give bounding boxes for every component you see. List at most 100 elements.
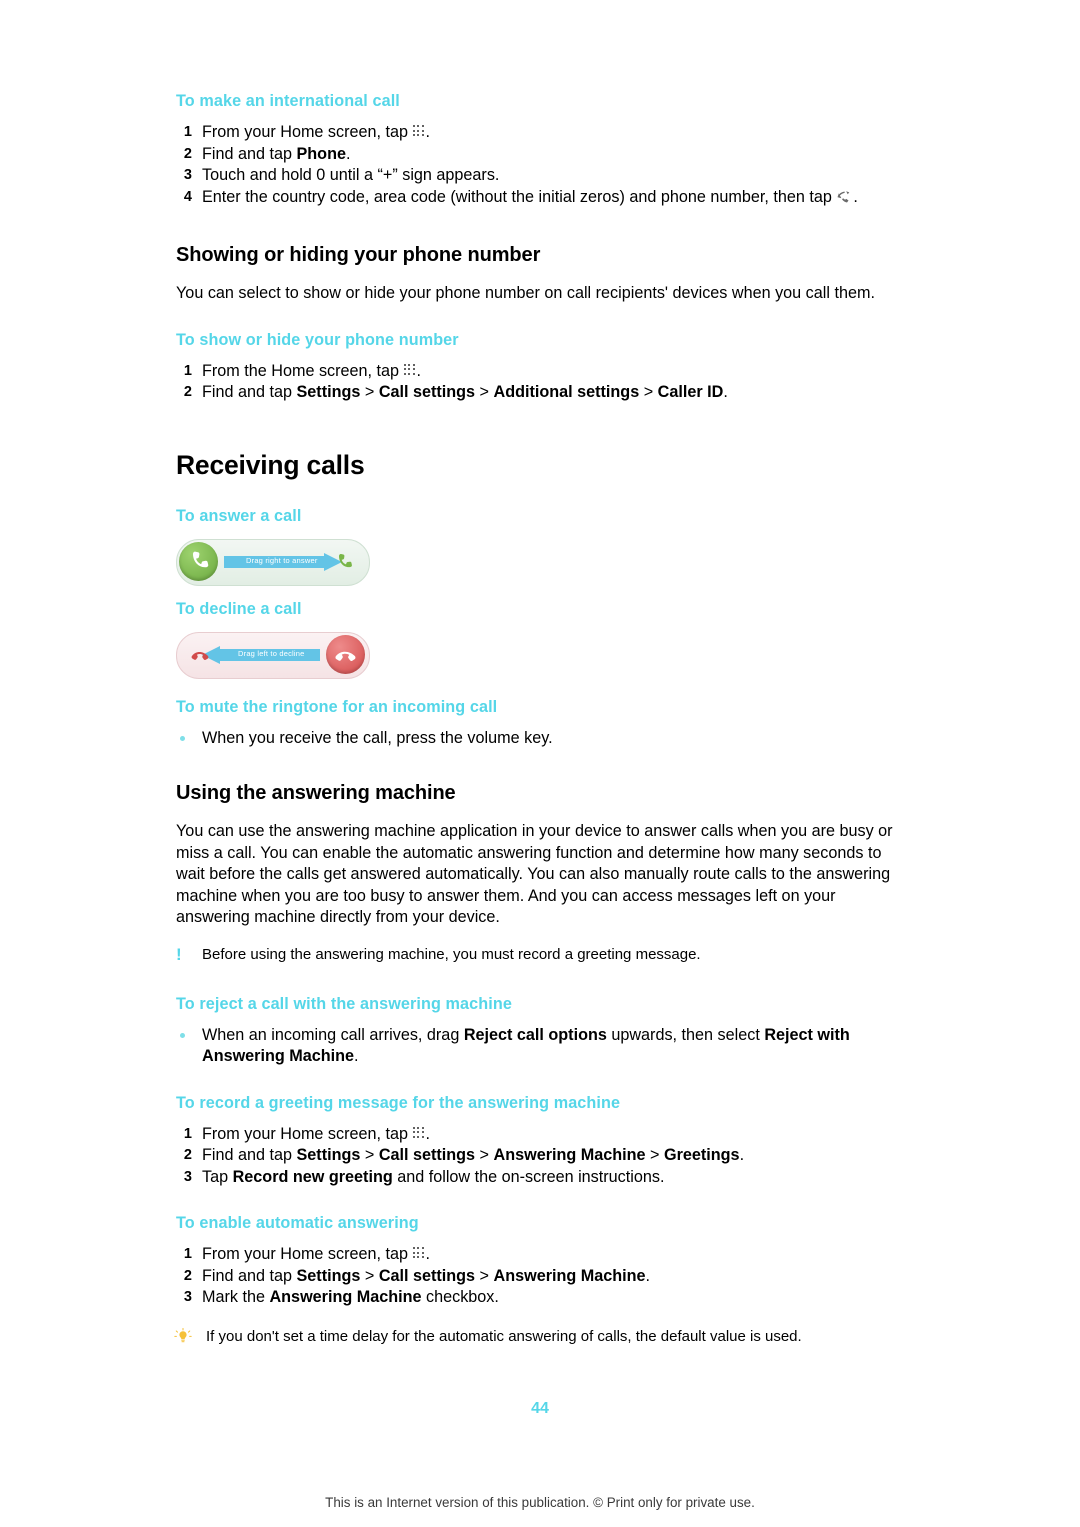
list-item: 3 Mark the Answering Machine checkbox. (176, 1287, 906, 1309)
step-text-post: . (739, 1146, 745, 1164)
step-number: 2 (183, 1147, 192, 1163)
step-number: 1 (183, 362, 192, 379)
step-text: Find and tap (202, 1146, 297, 1164)
list-item: 3 Tap Record new greeting and follow the … (176, 1167, 906, 1189)
answer-knob (179, 541, 218, 581)
step-text: Touch and hold 0 until a “+” sign appear… (202, 166, 500, 184)
heading-show-hide-number: To show or hide your phone number (176, 330, 459, 349)
step-sep-2: > (475, 1266, 494, 1285)
step-number: 1 (183, 124, 192, 140)
step-text-post: and follow the on-screen instructions. (392, 1167, 665, 1186)
list-item: 2 Find and tap Phone. (176, 144, 906, 166)
steps-enable-auto-answering: 1 From your Home screen, tap . 2 Find and … (176, 1244, 906, 1309)
step-number: 3 (183, 1289, 192, 1305)
step-sep-3: > (645, 1146, 664, 1164)
steps-record-greeting: 1 From your Home screen, tap . 2 Find and … (176, 1124, 906, 1189)
call-icon (836, 189, 853, 204)
step-text: Mark the (202, 1288, 270, 1306)
step-sep: > (360, 383, 379, 401)
list-item: 1 From your Home screen, tap . (176, 1124, 906, 1146)
step-sep-2: > (475, 1146, 494, 1164)
step-bold-3: Additional settings (493, 383, 640, 401)
step-bold: Answering Machine (269, 1288, 422, 1306)
step-number: 2 (183, 1267, 192, 1284)
step-number: 2 (183, 145, 192, 162)
step-number: 3 (183, 1168, 192, 1185)
grid-icon (412, 125, 426, 138)
bullet-mid: upwards, then select (606, 1025, 765, 1044)
step-text-post: . (345, 144, 351, 163)
step-bold: Settings (296, 1266, 361, 1285)
heading-international-call: To make an international call (176, 92, 400, 110)
bullet-dot (180, 735, 185, 741)
step-number: 3 (183, 167, 192, 183)
step-text: Find and tap (202, 144, 297, 163)
exclamation-icon: ! (176, 944, 182, 964)
grid-icon (403, 363, 417, 377)
steps-show-hide-number: 1 From the Home screen, tap . 2 Find and t… (176, 361, 906, 404)
answer-slider-label: Drag right to answer (246, 555, 318, 565)
step-text: Find and tap (202, 383, 297, 401)
list-item: 4 Enter the country code, area code (with… (176, 187, 906, 209)
page-content: To make an international call 1 From your… (174, 92, 906, 1347)
step-text: From your Home screen, tap (202, 1124, 413, 1143)
body-showing-hiding: You can select to show or hide your phon… (176, 284, 875, 302)
bullet-dot (180, 1032, 185, 1038)
bullets-mute-ringtone: When you receive the call, press the vol… (176, 728, 906, 750)
bullet-post: . (354, 1047, 359, 1065)
answer-call-slider-graphic: Drag right to answer (176, 538, 906, 586)
step-text-post: . (645, 1266, 651, 1285)
list-item: When an incoming call arrives, drag Reje… (176, 1025, 906, 1068)
heading-answer-call: To answer a call (176, 506, 302, 525)
step-text-post: . (425, 123, 431, 141)
note-text: If you don't set a time delay for the au… (206, 1327, 802, 1345)
list-item: 1 From your Home screen, tap . (176, 122, 906, 144)
step-bold: Settings (296, 1146, 361, 1164)
step-number: 4 (183, 188, 192, 205)
step-text: From your Home screen, tap (202, 1245, 413, 1263)
step-bold: Settings (296, 383, 361, 401)
decline-end-icon (188, 643, 212, 667)
bullets-reject-with-machine: When an incoming call arrives, drag Reje… (176, 1025, 906, 1068)
heading-enable-auto-answering: To enable automatic answering (176, 1214, 419, 1232)
bullet-bold: Reject call options (463, 1025, 607, 1044)
step-number: 1 (183, 1246, 192, 1262)
list-item: 1 From your Home screen, tap . (176, 1244, 906, 1266)
decline-slider-label: Drag left to decline (238, 648, 305, 658)
body-answering-machine: You can use the answering machine applic… (176, 822, 893, 926)
step-text-post: . (425, 1124, 431, 1143)
step-bold: Record new greeting (232, 1167, 393, 1186)
decline-knob (326, 634, 365, 674)
step-sep: > (360, 1266, 379, 1285)
page-footer: This is an Internet version of this publ… (325, 1495, 755, 1510)
lightbulb-icon (174, 1327, 192, 1346)
bullet-text: When you receive the call, press the vol… (202, 728, 553, 747)
list-item: When you receive the call, press the vol… (176, 728, 906, 750)
step-text: From the Home screen, tap (202, 361, 404, 380)
step-bold-4: Greetings (663, 1146, 740, 1164)
decline-slider: Drag left to decline (176, 631, 370, 679)
steps-international-call: 1 From your Home screen, tap . 2 Find and … (176, 122, 906, 208)
step-text-post: . (425, 1245, 431, 1263)
heading-record-greeting: To record a greeting message for the ans… (176, 1093, 621, 1112)
step-sep-3: > (639, 383, 658, 401)
step-bold-3: Answering Machine (493, 1266, 646, 1285)
list-item: 2 Find and tap Settings > Call settings >… (176, 1266, 906, 1288)
step-text-post: checkbox. (421, 1288, 499, 1306)
step-bold-3: Answering Machine (493, 1146, 646, 1164)
step-bold: Phone (296, 144, 346, 163)
step-number: 2 (183, 384, 192, 400)
note-record-greeting: ! Before using the answering machine, you… (176, 945, 906, 965)
step-bold-4: Caller ID (657, 383, 724, 401)
grid-icon (412, 1247, 426, 1260)
page-number: 44 (531, 1400, 549, 1417)
step-sep: > (360, 1146, 379, 1164)
answer-slider: Drag right to answer (176, 538, 370, 586)
step-bold-2: Call settings (378, 383, 476, 401)
decline-call-slider-graphic: Drag left to decline (176, 631, 906, 679)
step-text: Enter the country code, area code (witho… (202, 187, 837, 206)
list-item: 2 Find and tap Settings > Call settings >… (176, 1145, 906, 1167)
step-text: Tap (202, 1167, 233, 1186)
bullet-text: When an incoming call arrives, drag (202, 1025, 464, 1044)
heading-decline-call: To decline a call (176, 599, 302, 618)
